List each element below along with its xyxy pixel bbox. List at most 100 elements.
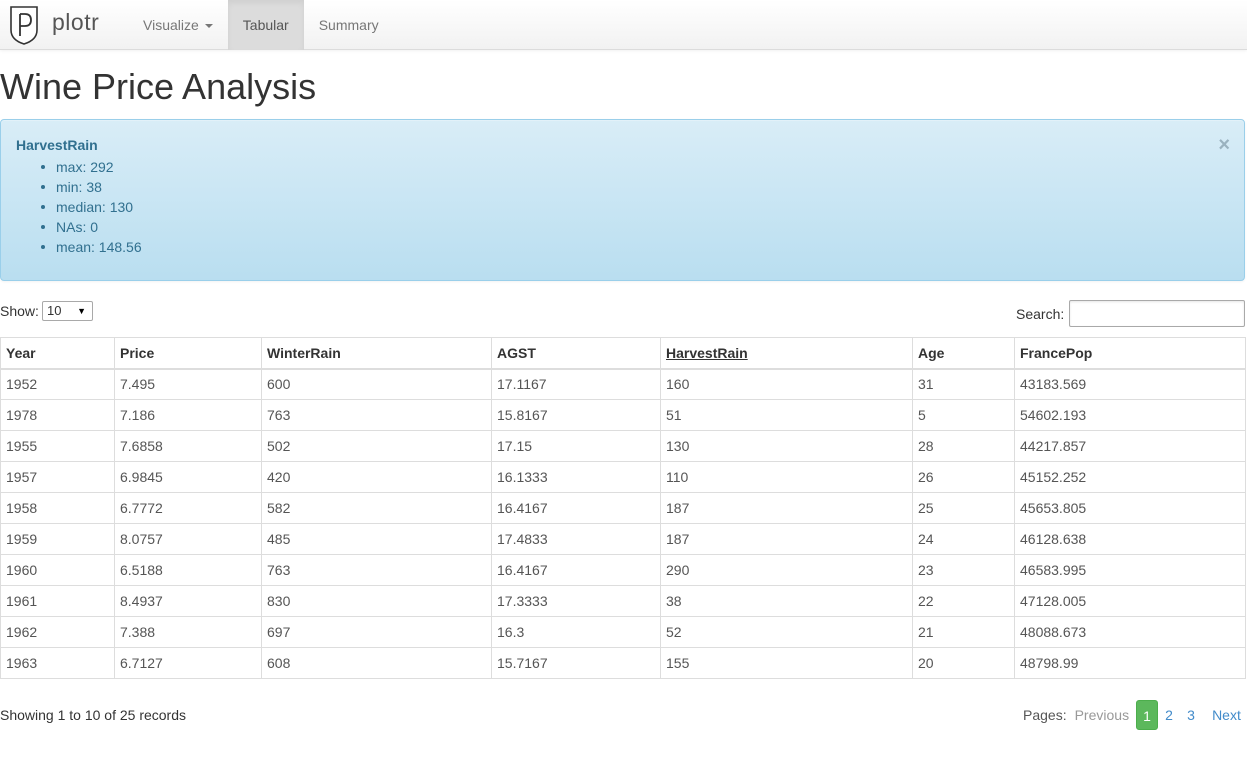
table-cell: 1955 [0,430,115,462]
navbar: plotr Visualize Tabular Summary [0,0,1247,50]
table-cell: 16.4167 [491,554,661,586]
table-cell: 130 [660,430,913,462]
table-cell: 16.1333 [491,461,661,493]
table-cell: 420 [261,461,492,493]
table-cell: 8.4937 [114,585,262,617]
col-header-winterrain[interactable]: WinterRain [261,337,492,370]
table-cell: 15.7167 [491,647,661,679]
table-cell: 7.495 [114,368,262,400]
table-row: 1959 8.0757 485 17.4833 187 24 46128.638 [0,523,1246,555]
table-cell: 46583.995 [1014,554,1246,586]
table-cell: 17.3333 [491,585,661,617]
table-cell: 38 [660,585,913,617]
close-icon[interactable]: × [1218,135,1230,155]
table-body: 1952 7.495 600 17.1167 160 31 43183.569 1978 7.1… [0,368,1246,679]
col-header-age[interactable]: Age [912,337,1015,370]
table-cell: 110 [660,461,913,493]
table-cell: 6.9845 [114,461,262,493]
stat-median: median: 130 [41,197,142,217]
table-cell: 1978 [0,399,115,431]
table-cell: 15.8167 [491,399,661,431]
page-link-2[interactable]: 2 [1158,700,1180,730]
table-cell: 1959 [0,523,115,555]
table-cell: 52 [660,616,913,648]
table-cell: 26 [912,461,1015,493]
alert-stats-list: max: 292 min: 38 median: 130 NAs: 0 mean… [16,157,142,257]
col-header-price[interactable]: Price [114,337,262,370]
table-cell: 6.7772 [114,492,262,524]
stat-max: max: 292 [41,157,142,177]
nav-tabular-label: Tabular [242,17,289,33]
table-cell: 485 [261,523,492,555]
table-header-row: Year Price WinterRain AGST HarvestRain A… [0,337,1246,370]
alert-title: HarvestRain [16,137,98,153]
page-link-3[interactable]: 3 [1180,700,1202,730]
table-cell: 7.388 [114,616,262,648]
table-cell: 22 [912,585,1015,617]
table-cell: 48798.99 [1014,647,1246,679]
next-page-link[interactable]: Next [1212,707,1241,723]
dropdown-arrow-icon: ▼ [77,306,86,316]
stat-mean: mean: 148.56 [41,239,142,255]
previous-page-link[interactable]: Previous [1075,707,1129,723]
col-header-year[interactable]: Year [0,337,115,370]
pages-label: Pages: [1023,707,1067,723]
table-cell: 600 [261,368,492,400]
table-cell: 17.15 [491,430,661,462]
table-cell: 46128.638 [1014,523,1246,555]
table-cell: 8.0757 [114,523,262,555]
table-cell: 47128.005 [1014,585,1246,617]
table-cell: 20 [912,647,1015,679]
table-cell: 7.6858 [114,430,262,462]
data-table: Year Price WinterRain AGST HarvestRain A… [0,337,1246,679]
table-row: 1960 6.5188 763 16.4167 290 23 46583.995 [0,554,1246,586]
search-input[interactable] [1069,300,1245,327]
brand[interactable]: plotr [8,4,99,46]
nav-visualize-dropdown[interactable]: Visualize [128,0,228,50]
table-row: 1978 7.186 763 15.8167 51 5 54602.193 [0,399,1246,431]
col-header-agst[interactable]: AGST [491,337,661,370]
pagination: Pages: Previous 1 2 3 Next [1023,700,1241,730]
table-cell: 1952 [0,368,115,400]
table-cell: 31 [912,368,1015,400]
table-cell: 17.1167 [491,368,661,400]
search-label: Search: [1016,306,1065,322]
page-title: Wine Price Analysis [0,66,317,107]
table-cell: 43183.569 [1014,368,1246,400]
table-cell: 1957 [0,461,115,493]
table-cell: 160 [660,368,913,400]
table-cell: 45152.252 [1014,461,1246,493]
table-cell: 21 [912,616,1015,648]
table-row: 1962 7.388 697 16.3 52 21 48088.673 [0,616,1246,648]
table-cell: 6.5188 [114,554,262,586]
page-link-1[interactable]: 1 [1136,700,1159,730]
col-header-harvestrain[interactable]: HarvestRain [660,337,913,370]
table-cell: 23 [912,554,1015,586]
brand-name: plotr [52,8,100,35]
stat-min: min: 38 [41,177,142,197]
table-cell: 54602.193 [1014,399,1246,431]
table-row: 1958 6.7772 582 16.4167 187 25 45653.805 [0,492,1246,524]
table-cell: 763 [261,554,492,586]
table-cell: 697 [261,616,492,648]
table-cell: 1963 [0,647,115,679]
table-row: 1955 7.6858 502 17.15 130 28 44217.857 [0,430,1246,462]
table-cell: 45653.805 [1014,492,1246,524]
table-row: 1957 6.9845 420 16.1333 110 26 45152.252 [0,461,1246,493]
page-size-select[interactable]: 10 ▼ [42,301,93,321]
table-cell: 6.7127 [114,647,262,679]
table-cell: 1958 [0,492,115,524]
nav-summary[interactable]: Summary [304,0,394,50]
table-row: 1961 8.4937 830 17.3333 38 22 47128.005 [0,585,1246,617]
table-cell: 1961 [0,585,115,617]
table-cell: 25 [912,492,1015,524]
show-label: Show: [0,303,39,319]
table-cell: 187 [660,492,913,524]
plotr-shield-logo-icon [10,6,38,45]
table-cell: 1960 [0,554,115,586]
nav-tabular[interactable]: Tabular [227,0,304,50]
table-cell: 51 [660,399,913,431]
table-cell: 17.4833 [491,523,661,555]
col-header-francepop[interactable]: FrancePop [1014,337,1246,370]
table-cell: 187 [660,523,913,555]
